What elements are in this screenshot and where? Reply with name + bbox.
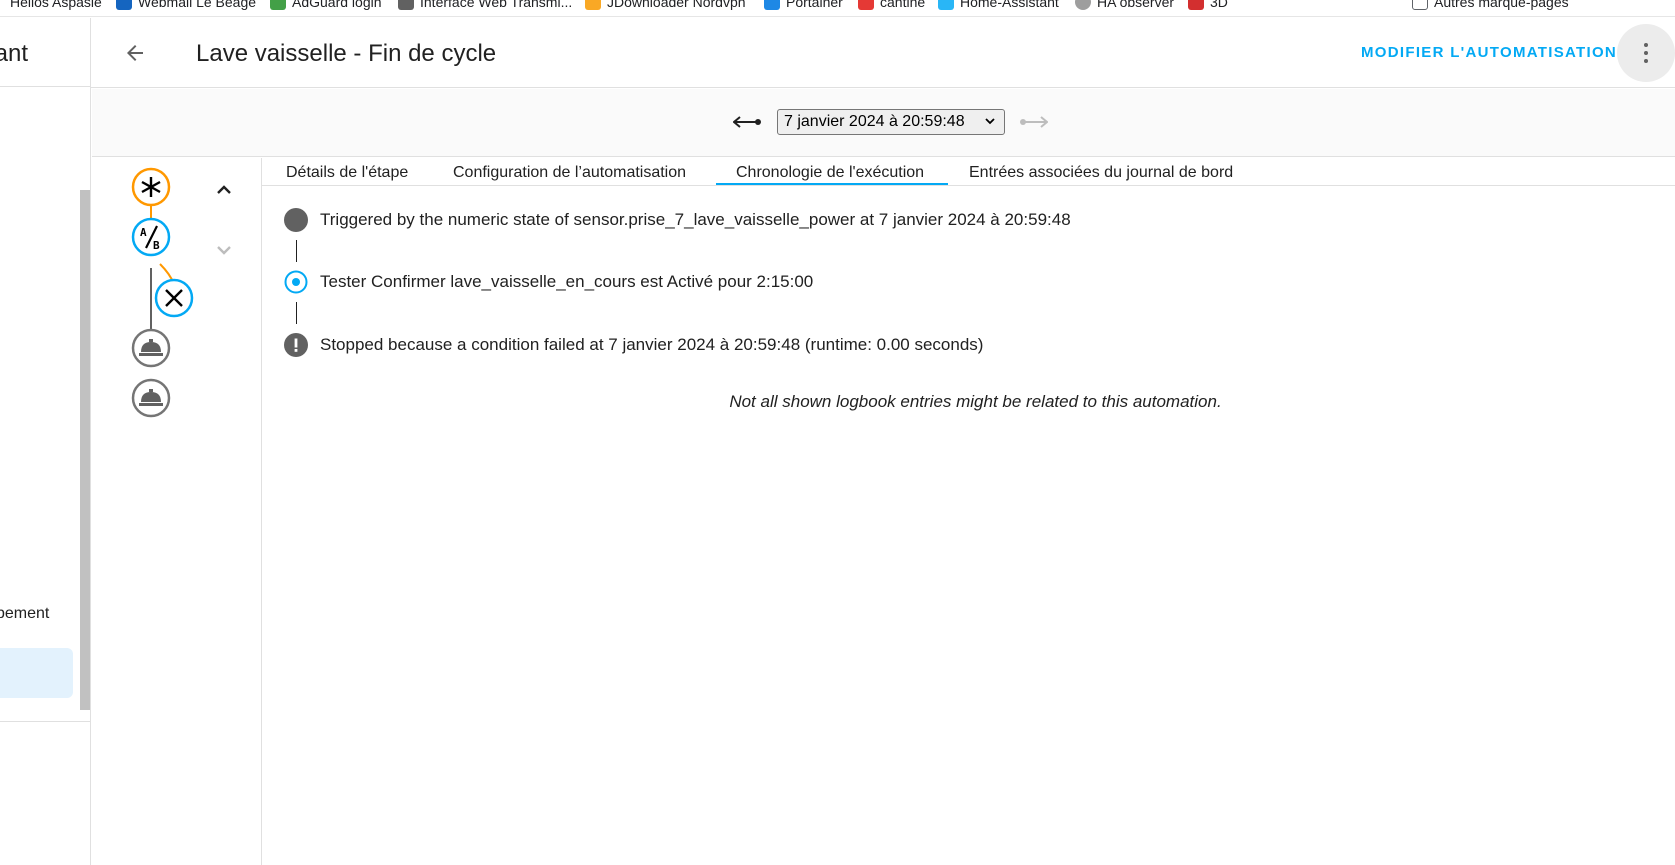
sidebar-item-selected[interactable] xyxy=(0,648,73,698)
asterisk-icon[interactable] xyxy=(131,167,171,207)
room-service-icon[interactable] xyxy=(131,378,171,418)
divider xyxy=(0,721,90,722)
newer-trace-button[interactable] xyxy=(1019,109,1049,135)
timeline-entry: Tester Confirmer lave_vaisselle_en_cours… xyxy=(284,270,813,294)
active-tab-indicator xyxy=(716,183,948,185)
bookmark-item[interactable]: HA observer xyxy=(1075,0,1174,10)
arrow-left-right-icon xyxy=(733,116,761,128)
timeline-entry: Stopped because a condition failed at 7 … xyxy=(284,333,983,357)
svg-text:A: A xyxy=(140,226,147,239)
timeline-entry: Triggered by the numeric state of sensor… xyxy=(284,208,1071,232)
bookmark-item[interactable]: cantine xyxy=(858,0,925,10)
older-trace-button[interactable] xyxy=(732,109,762,135)
bookmark-favicon-icon xyxy=(764,0,780,10)
bookmark-item[interactable]: Portainer xyxy=(764,0,843,10)
more-options-button[interactable] xyxy=(1617,24,1675,82)
ab-testing-icon[interactable]: A B xyxy=(131,217,171,257)
sidebar-title: tant xyxy=(0,40,29,67)
svg-text:B: B xyxy=(153,239,160,252)
chevron-down-icon xyxy=(217,246,231,255)
bookmark-item[interactable]: JDownloader Nordvpn xyxy=(585,0,746,10)
sidebar-item-label[interactable]: pement xyxy=(0,605,49,623)
record-circle-icon xyxy=(284,270,308,294)
timeline-connector xyxy=(296,240,297,262)
bookmark-favicon-icon xyxy=(1188,0,1204,10)
arrow-left-right-icon xyxy=(1020,116,1048,128)
bookmark-item[interactable]: Interface Web Transmi... xyxy=(398,0,572,10)
sidebar-scrollbar[interactable] xyxy=(80,190,90,710)
tab-step-details[interactable]: Détails de l'étape xyxy=(286,164,408,182)
bookmark-favicon-icon xyxy=(398,0,414,10)
bookmark-favicon-icon xyxy=(1075,0,1091,10)
bookmark-favicon-icon xyxy=(270,0,286,10)
bookmark-folder[interactable]: Autres marque-pages xyxy=(1412,0,1569,10)
chevron-up-icon xyxy=(217,185,231,194)
divider xyxy=(0,86,90,87)
bookmark-item[interactable]: Webmail Le Beage xyxy=(116,0,256,10)
page-title: Lave vaisselle - Fin de cycle xyxy=(196,40,497,67)
bookmark-favicon-icon xyxy=(938,0,954,10)
alert-circle-icon xyxy=(284,333,308,357)
trace-graph-panel: A B xyxy=(92,158,262,865)
top-app-bar: Lave vaisselle - Fin de cycle MODIFIER L… xyxy=(91,18,1675,88)
timeline-entry-text: Tester Confirmer lave_vaisselle_en_cours… xyxy=(320,272,814,291)
timeline-entry-text: Triggered by the numeric state of sensor… xyxy=(320,210,1071,229)
previous-step-button[interactable] xyxy=(212,178,236,202)
next-step-button[interactable] xyxy=(212,238,236,262)
trace-select-value: 7 janvier 2024 à 20:59:48 xyxy=(784,113,965,130)
dots-vertical-icon xyxy=(1644,41,1648,65)
bookmark-item[interactable]: Helios Aspasie xyxy=(10,0,102,10)
bookmark-favicon-icon xyxy=(585,0,601,10)
tab-automation-config[interactable]: Configuration de l’automatisation xyxy=(453,164,686,182)
trace-select[interactable]: 7 janvier 2024 à 20:59:48 xyxy=(777,109,1005,135)
timeline-connector xyxy=(296,302,297,324)
trace-tabs: Détails de l'étape Configuration de l’au… xyxy=(262,158,1675,186)
trace-timeline: Triggered by the numeric state of sensor… xyxy=(262,188,1675,865)
timeline-entry-text: Stopped because a condition failed at 7 … xyxy=(320,335,984,354)
bookmark-item[interactable]: 3D xyxy=(1188,0,1228,10)
trace-toolbar: 7 janvier 2024 à 20:59:48 xyxy=(92,89,1675,157)
tab-related-logbook[interactable]: Entrées associées du journal de bord xyxy=(969,164,1233,182)
back-button[interactable] xyxy=(117,35,153,71)
timeline-note: Not all shown logbook entries might be r… xyxy=(729,392,1222,411)
bookmarks-bar: Helios Aspasie Webmail Le Beage AdGuard … xyxy=(0,0,1675,17)
bookmark-favicon-icon xyxy=(116,0,132,10)
edit-automation-button[interactable]: MODIFIER L'AUTOMATISATION xyxy=(1361,44,1617,61)
bookmark-favicon-icon xyxy=(858,0,874,10)
folder-icon xyxy=(1412,0,1428,10)
close-icon[interactable] xyxy=(154,278,194,318)
chevron-down-icon xyxy=(985,118,995,125)
circle-icon xyxy=(284,208,308,232)
room-service-icon[interactable] xyxy=(131,328,171,368)
tab-trace-timeline[interactable]: Chronologie de l'exécution xyxy=(736,164,924,182)
bookmark-item[interactable]: Home-Assistant xyxy=(938,0,1059,10)
bookmark-item[interactable]: AdGuard login xyxy=(270,0,382,10)
arrow-left-icon xyxy=(127,45,143,61)
ha-sidebar: tant pement xyxy=(0,18,91,865)
